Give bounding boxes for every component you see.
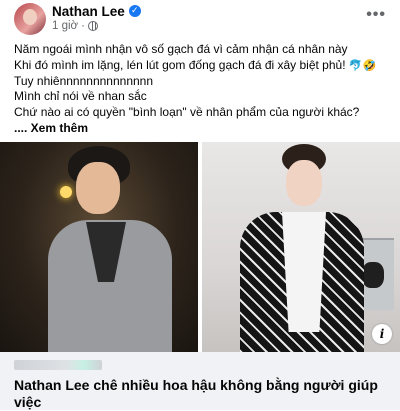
info-icon[interactable]: i xyxy=(372,324,392,344)
post-line: Năm ngoái mình nhận vô số gạch đá vì cảm… xyxy=(14,42,348,56)
post-time[interactable]: 1 giờ xyxy=(52,20,78,32)
photo-grid: i xyxy=(0,142,400,352)
link-preview[interactable]: Nathan Lee chê nhiều hoa hậu không bằng … xyxy=(0,352,400,410)
author-row: Nathan Lee ✓ xyxy=(52,3,141,19)
post-text: Năm ngoái mình nhận vô số gạch đá vì cảm… xyxy=(14,42,394,137)
post-header: Nathan Lee ✓ 1 giờ · ••• xyxy=(0,0,400,38)
dolphin-icon: 🐬 xyxy=(348,58,363,72)
post-line: Chứ nào ai có quyền "bình loạn" về nhân … xyxy=(14,105,360,120)
photo-woman[interactable]: i xyxy=(202,142,400,352)
verified-badge-icon: ✓ xyxy=(128,5,141,17)
link-headline[interactable]: Nathan Lee chê nhiều hoa hậu không bằng … xyxy=(14,377,384,411)
author-avatar[interactable] xyxy=(14,3,46,35)
post-meta: 1 giờ · xyxy=(52,20,98,32)
see-more-link[interactable]: .... Xem thêm xyxy=(14,121,394,137)
photo-nathan-lee[interactable] xyxy=(0,142,198,352)
author-name[interactable]: Nathan Lee xyxy=(52,4,125,19)
more-options-icon[interactable]: ••• xyxy=(366,6,386,24)
post-line: Tuy nhiênnnnnnnnnnnnnn xyxy=(14,73,154,88)
link-source-blurred xyxy=(14,360,102,370)
post-line: Khi đó mình im lặng, lén lút gom đống gạ… xyxy=(14,57,377,72)
globe-icon xyxy=(87,21,98,31)
post-line: Mình chỉ nói về nhan sắc xyxy=(14,89,147,104)
rofl-emoji-icon: 🤣 xyxy=(362,58,377,72)
